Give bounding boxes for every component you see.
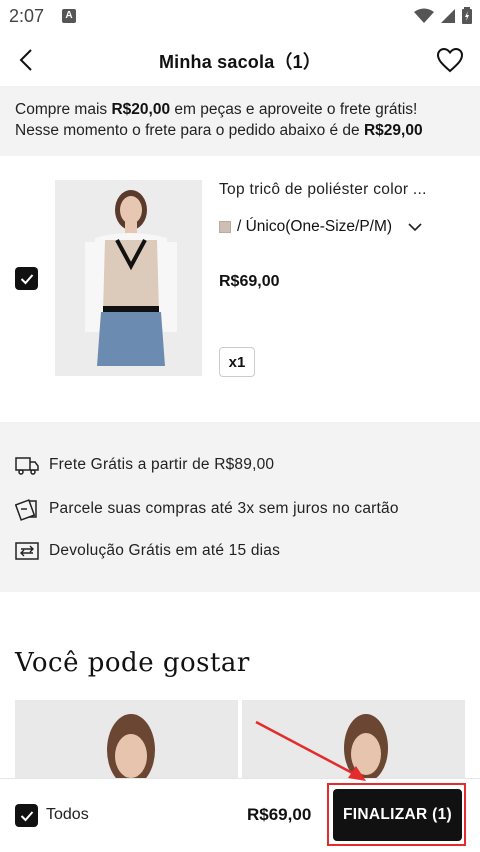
product-price: R$69,00 <box>219 273 280 290</box>
status-icons <box>414 7 472 24</box>
banner-amount: R$20,00 <box>111 101 171 118</box>
benefit-free-shipping: Frete Grátis a partir de R$89,00 <box>15 454 274 476</box>
recommendations-title: Você pode gostar <box>15 648 250 678</box>
checkout-button[interactable]: FINALIZAR (1) <box>333 789 462 841</box>
benefit-text: Parcele suas compras até 3x sem juros no… <box>49 500 399 517</box>
variant-label: / Único(One-Size/P/M) <box>237 218 393 235</box>
item-checkbox[interactable] <box>15 267 38 290</box>
app-header: Minha sacola（1） <box>0 34 480 86</box>
banner-text: em peças e aproveite o frete grátis! <box>170 101 418 118</box>
quantity-selector[interactable]: x1 <box>219 347 255 377</box>
battery-icon <box>462 7 472 24</box>
recommendation-card[interactable] <box>15 700 238 780</box>
banner-text: Compre mais <box>15 101 112 118</box>
shipping-banner: Compre mais R$20,00 em peças e aproveite… <box>0 86 480 156</box>
banner-line-1: Compre mais R$20,00 em peças e aproveite… <box>15 99 465 120</box>
product-title[interactable]: Top tricô de poliéster color ... <box>219 181 464 199</box>
recommendation-card[interactable] <box>242 700 465 780</box>
product-photo <box>15 700 238 780</box>
signal-icon <box>441 8 455 23</box>
variant-select[interactable]: / Único(One-Size/P/M) <box>219 218 422 236</box>
status-bar: 2:07 A <box>0 0 480 34</box>
check-icon <box>20 810 33 821</box>
return-box-icon <box>15 542 39 560</box>
truck-icon <box>15 457 39 475</box>
wifi-icon <box>414 8 434 23</box>
select-all-label: Todos <box>46 806 89 823</box>
product-photo <box>55 180 202 376</box>
benefit-text: Frete Grátis a partir de R$89,00 <box>49 456 275 473</box>
app-notification-icon: A <box>62 9 76 23</box>
benefit-installments: Parcele suas compras até 3x sem juros no… <box>15 497 399 521</box>
color-swatch <box>219 221 231 233</box>
heart-icon <box>436 47 464 73</box>
benefit-free-returns: Devolução Grátis em até 15 dias <box>15 540 280 562</box>
product-image[interactable] <box>55 180 202 376</box>
product-photo <box>242 700 465 780</box>
total-price: R$69,00 <box>247 805 312 824</box>
banner-line-2: Nesse momento o frete para o pedido abai… <box>15 120 465 141</box>
benefit-text: Devolução Grátis em até 15 dias <box>49 542 281 559</box>
chevron-down-icon <box>408 223 422 232</box>
status-time: 2:07 <box>9 6 45 26</box>
select-all-checkbox[interactable] <box>15 804 38 827</box>
wishlist-button[interactable] <box>434 44 466 76</box>
banner-text: Nesse momento o frete para o pedido abai… <box>15 122 364 139</box>
banner-amount: R$29,00 <box>363 122 423 139</box>
card-installment-icon <box>15 499 37 521</box>
check-icon <box>20 273 33 284</box>
page-title: Minha sacola（1） <box>158 52 322 72</box>
